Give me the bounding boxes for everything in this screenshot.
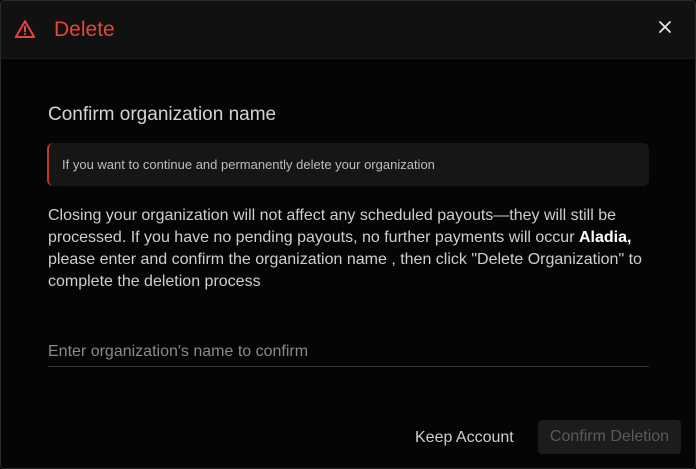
dialog-header: Delete <box>1 1 695 59</box>
notice-text: If you want to continue and permanently … <box>62 157 435 172</box>
confirm-deletion-button[interactable]: Confirm Deletion <box>538 420 681 454</box>
description-part-2: please enter and confirm the organizatio… <box>48 251 642 290</box>
section-title: Confirm organization name <box>48 104 277 125</box>
warning-notice: If you want to continue and permanently … <box>47 143 649 186</box>
dialog-title: Delete <box>54 18 115 41</box>
close-button[interactable] <box>651 15 679 43</box>
warning-triangle-icon <box>14 19 36 39</box>
description-text: Closing your organization will not affec… <box>48 205 658 293</box>
keep-account-button[interactable]: Keep Account <box>405 422 524 454</box>
delete-organization-dialog: Delete Confirm organization name If you … <box>0 0 696 469</box>
close-icon <box>658 20 672 39</box>
organization-name-input[interactable] <box>48 337 649 367</box>
description-part-1: Closing your organization will not affec… <box>48 207 617 246</box>
organization-name: Aladia, <box>578 229 632 246</box>
